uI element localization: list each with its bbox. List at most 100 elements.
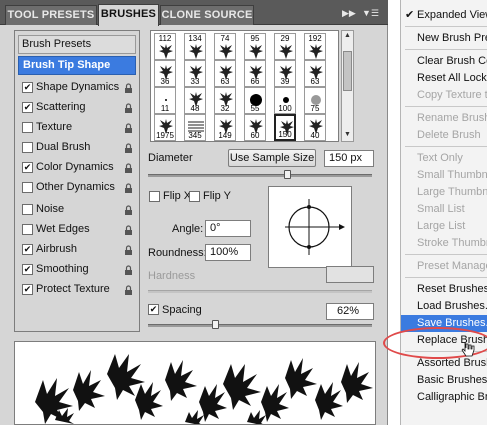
scattering-label: Scattering <box>36 101 86 113</box>
brush-preset-cell[interactable]: 74 <box>214 33 236 60</box>
setting-other-dynamics[interactable]: Other Dynamics <box>18 178 136 197</box>
brush-preset-cell[interactable]: 75 <box>304 87 326 114</box>
brush-preset-cell[interactable]: 63 <box>304 60 326 87</box>
menu-item-calligraphic-brushes[interactable]: Calligraphic Brushes <box>401 389 487 406</box>
setting-protect-texture[interactable]: ✔ Protect Texture <box>18 280 136 299</box>
lock-icon[interactable] <box>124 182 133 193</box>
setting-smoothing[interactable]: ✔ Smoothing <box>18 260 136 279</box>
other-dynamics-checkbox[interactable] <box>22 182 33 193</box>
brushes-panel-flyout-menu: ✔Expanded View New Brush Preset... Clear B… <box>400 0 487 425</box>
menu-item-save-brushes[interactable]: Save Brushes... <box>401 315 487 332</box>
brush-presets-button[interactable]: Brush Presets <box>18 35 136 54</box>
brush-tip-shape-item[interactable]: Brush Tip Shape <box>18 56 136 75</box>
flip-y-checkbox[interactable] <box>189 191 200 202</box>
spacing-slider-knob[interactable] <box>212 320 219 329</box>
brush-preset-cell[interactable]: 95 <box>244 33 266 60</box>
brush-stroke-preview <box>14 341 376 426</box>
scattering-checkbox[interactable]: ✔ <box>22 102 33 113</box>
tab-clone-source[interactable]: CLONE SOURCE <box>160 5 254 25</box>
brush-preset-cell[interactable]: 345 <box>184 114 206 141</box>
lock-icon[interactable] <box>124 224 133 235</box>
setting-noise[interactable]: Noise <box>18 200 136 219</box>
tab-tool-presets[interactable]: TOOL PRESETS <box>5 5 97 25</box>
brush-preset-cell[interactable]: 1975 <box>154 114 176 141</box>
dual-brush-checkbox[interactable] <box>22 142 33 153</box>
menu-item-reset-brushes[interactable]: Reset Brushes... <box>401 281 487 298</box>
brush-preset-cell[interactable]: 60 <box>244 114 266 141</box>
setting-dual-brush[interactable]: Dual Brush <box>18 138 136 157</box>
setting-color-dynamics[interactable]: ✔ Color Dynamics <box>18 158 136 177</box>
menu-item-new-brush-preset[interactable]: New Brush Preset... <box>401 30 487 47</box>
lock-icon[interactable] <box>124 162 133 173</box>
brush-preset-cell[interactable]: 33 <box>184 60 206 87</box>
diameter-field[interactable]: 150 px <box>324 150 374 167</box>
setting-wet-edges[interactable]: Wet Edges <box>18 220 136 239</box>
brush-preset-cell[interactable]: 40 <box>304 114 326 141</box>
menu-item-reset-all-locked-settings[interactable]: Reset All Locked Settings <box>401 70 487 87</box>
double-arrow-icon[interactable]: ▶▶ <box>342 7 356 19</box>
panel-menu-icon[interactable]: ▼☰ <box>362 7 379 19</box>
setting-scattering[interactable]: ✔ Scattering <box>18 98 136 117</box>
lock-icon[interactable] <box>124 142 133 153</box>
spacing-label: Spacing <box>162 304 202 316</box>
spacing-field[interactable]: 62% <box>326 303 374 320</box>
noise-checkbox[interactable] <box>22 204 33 215</box>
protect-texture-checkbox[interactable]: ✔ <box>22 284 33 295</box>
use-sample-size-button[interactable]: Use Sample Size <box>228 149 316 167</box>
lock-icon[interactable] <box>124 264 133 275</box>
spacing-slider[interactable] <box>148 324 372 327</box>
flip-x-checkbox[interactable] <box>149 191 160 202</box>
lock-icon[interactable] <box>124 284 133 295</box>
menu-item-preset-manager: Preset Manager... <box>401 258 487 275</box>
diameter-slider[interactable] <box>148 174 372 177</box>
brush-preset-cell[interactable]: 32 <box>214 87 236 114</box>
shape-dynamics-checkbox[interactable]: ✔ <box>22 82 33 93</box>
brush-preset-cell[interactable]: 63 <box>214 60 236 87</box>
flip-x-label: Flip X <box>163 190 192 202</box>
brush-preset-cell[interactable]: 11 <box>154 87 176 114</box>
lock-icon[interactable] <box>124 244 133 255</box>
smoothing-checkbox[interactable]: ✔ <box>22 264 33 275</box>
scroll-thumb[interactable] <box>343 51 352 91</box>
brush-preset-cell[interactable]: 134 <box>184 33 206 60</box>
scroll-up-icon[interactable]: ▲ <box>344 32 351 39</box>
lock-icon[interactable] <box>124 102 133 113</box>
lock-icon[interactable] <box>124 204 133 215</box>
menu-separator <box>405 146 487 147</box>
brush-preset-cell[interactable]: 100 <box>274 87 296 114</box>
setting-shape-dynamics[interactable]: ✔ Shape Dynamics <box>18 78 136 97</box>
brush-preset-cell[interactable]: 150 <box>274 114 296 141</box>
angle-field[interactable]: 0° <box>205 220 251 237</box>
menu-item-copy-texture-to-other-tools: Copy Texture to Other Tools <box>401 87 487 104</box>
brush-size-label: 66 <box>250 77 260 86</box>
menu-item-basic-brushes[interactable]: Basic Brushes <box>401 372 487 389</box>
tab-brushes[interactable]: BRUSHES <box>98 4 159 26</box>
scroll-down-icon[interactable]: ▼ <box>344 131 351 138</box>
lock-icon[interactable] <box>124 82 133 93</box>
brush-preset-cell[interactable]: 66 <box>244 60 266 87</box>
brush-preset-cell[interactable]: 48 <box>184 87 206 114</box>
airbrush-label: Airbrush <box>36 243 77 255</box>
menu-item-clear-brush-controls[interactable]: Clear Brush Controls <box>401 53 487 70</box>
brush-preset-cell[interactable]: 29 <box>274 33 296 60</box>
lock-icon[interactable] <box>124 122 133 133</box>
menu-item-expanded-view[interactable]: ✔ Expanded View <box>401 7 487 24</box>
roundness-field[interactable]: 100% <box>205 244 251 261</box>
spacing-checkbox[interactable]: ✔ <box>148 304 159 315</box>
wet-edges-checkbox[interactable] <box>22 224 33 235</box>
color-dynamics-checkbox[interactable]: ✔ <box>22 162 33 173</box>
brush-preset-cell[interactable]: 149 <box>214 114 236 141</box>
brush-grid-scrollbar[interactable]: ▲ ▼ <box>341 30 354 142</box>
brush-preset-cell[interactable]: 55 <box>244 87 266 114</box>
diameter-slider-knob[interactable] <box>284 170 291 179</box>
brush-preset-cell[interactable]: 112 <box>154 33 176 60</box>
setting-airbrush[interactable]: ✔ Airbrush <box>18 240 136 259</box>
brush-preset-cell[interactable]: 39 <box>274 60 296 87</box>
airbrush-checkbox[interactable]: ✔ <box>22 244 33 255</box>
brush-preset-cell[interactable]: 36 <box>154 60 176 87</box>
texture-checkbox[interactable] <box>22 122 33 133</box>
angle-roundness-widget[interactable] <box>268 186 352 268</box>
setting-texture[interactable]: Texture <box>18 118 136 137</box>
brush-preset-cell[interactable]: 192 <box>304 33 326 60</box>
menu-item-load-brushes[interactable]: Load Brushes... <box>401 298 487 315</box>
